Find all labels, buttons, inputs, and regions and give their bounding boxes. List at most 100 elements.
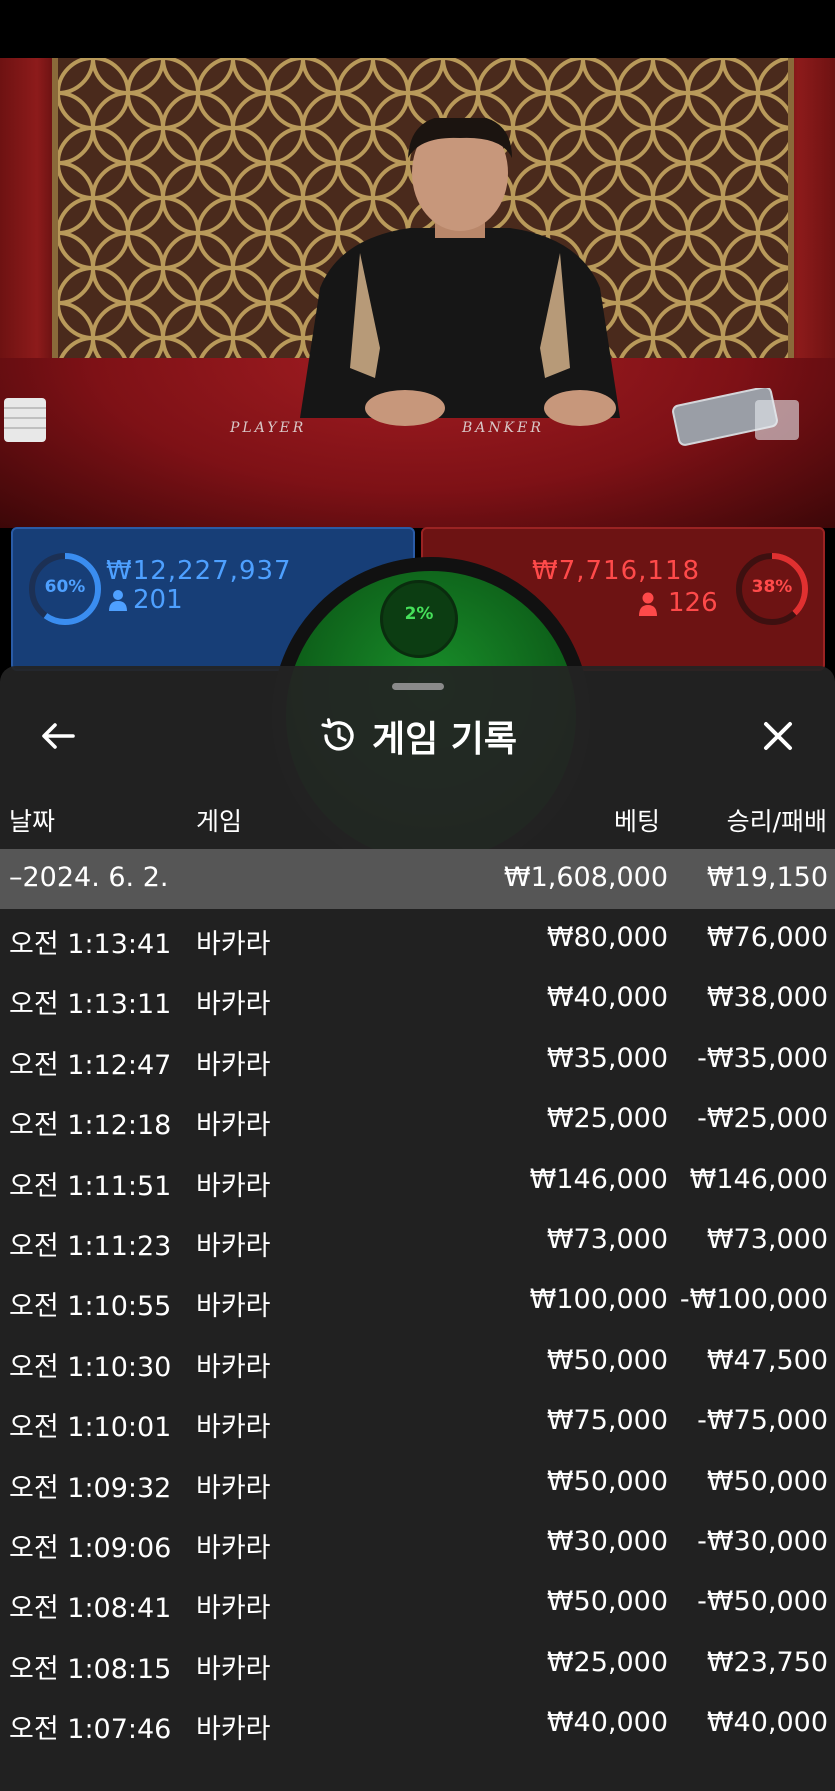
player-bet-amount: ₩12,227,937 bbox=[106, 556, 292, 586]
row-time: 오전 1:10:55 bbox=[9, 1291, 172, 1323]
summary-result-total: ₩19,150 bbox=[706, 862, 828, 893]
felt-player-label: PLAYER bbox=[230, 420, 307, 436]
row-bet: ₩100,000 bbox=[529, 1284, 668, 1316]
row-time: 오전 1:11:51 bbox=[9, 1170, 172, 1202]
row-time: 오전 1:08:15 bbox=[9, 1653, 172, 1685]
row-bet: ₩40,000 bbox=[546, 982, 668, 1014]
banker-percent: 38% bbox=[751, 577, 793, 597]
row-time: 오전 1:09:32 bbox=[9, 1472, 172, 1504]
row-result: ₩76,000 bbox=[706, 922, 828, 953]
row-bet: ₩35,000 bbox=[546, 1042, 668, 1074]
row-time: 오전 1:10:01 bbox=[9, 1412, 172, 1444]
row-game: 바카라 bbox=[196, 1533, 271, 1564]
row-time: 오전 1:12:47 bbox=[9, 1049, 172, 1081]
history-row[interactable]: 오전 1:07:46 바카라 ₩40,000 ₩40,000 bbox=[0, 1694, 835, 1754]
close-icon bbox=[764, 722, 792, 750]
row-bet: ₩25,000 bbox=[546, 1646, 668, 1678]
row-game: 바카라 bbox=[196, 1110, 271, 1142]
row-time: 오전 1:08:41 bbox=[9, 1593, 172, 1625]
player-bettor-count: 201 bbox=[133, 585, 183, 615]
row-time: 오전 1:07:46 bbox=[9, 1714, 172, 1746]
column-header-result: 승리/패배 bbox=[726, 807, 827, 836]
column-header-date: 날짜 bbox=[9, 807, 56, 836]
date-summary-row[interactable]: –2024. 6. 2. ₩1,608,000 ₩19,150 bbox=[0, 849, 835, 909]
banker-user-icon bbox=[639, 592, 657, 616]
row-result: -₩100,000 bbox=[679, 1284, 828, 1316]
history-row[interactable]: 오전 1:12:18 바카라 ₩25,000 -₩25,000 bbox=[0, 1090, 835, 1150]
row-result: ₩50,000 bbox=[706, 1465, 828, 1497]
row-game: 바카라 bbox=[196, 1412, 271, 1444]
row-game: 바카라 bbox=[196, 1049, 271, 1081]
row-game: 바카라 bbox=[196, 1170, 271, 1202]
row-game: 바카라 bbox=[196, 1291, 271, 1323]
history-row[interactable]: 오전 1:09:32 바카라 ₩50,000 ₩50,000 bbox=[0, 1453, 835, 1513]
summary-date: –2024. 6. 2. bbox=[9, 862, 169, 893]
history-row[interactable]: 오전 1:09:06 바카라 ₩30,000 -₩30,000 bbox=[0, 1513, 835, 1573]
banker-bettor-count: 126 bbox=[668, 588, 718, 618]
card-shoe bbox=[672, 388, 799, 446]
history-row[interactable]: 오전 1:10:30 바카라 ₩50,000 ₩47,500 bbox=[0, 1332, 835, 1392]
summary-bet-total: ₩1,608,000 bbox=[503, 862, 668, 893]
player-user-icon bbox=[109, 590, 127, 611]
row-result: ₩23,750 bbox=[706, 1646, 828, 1678]
row-bet: ₩80,000 bbox=[546, 922, 668, 953]
history-row[interactable]: 오전 1:08:41 바카라 ₩50,000 -₩50,000 bbox=[0, 1573, 835, 1633]
card-stack bbox=[4, 398, 46, 442]
row-bet: ₩40,000 bbox=[546, 1707, 668, 1739]
close-button[interactable] bbox=[752, 710, 804, 762]
history-row[interactable]: 오전 1:10:55 바카라 ₩100,000 -₩100,000 bbox=[0, 1271, 835, 1331]
row-bet: ₩30,000 bbox=[546, 1526, 668, 1557]
history-row[interactable]: 오전 1:08:15 바카라 ₩25,000 ₩23,750 bbox=[0, 1634, 835, 1694]
row-bet: ₩50,000 bbox=[546, 1344, 668, 1376]
row-time: 오전 1:09:06 bbox=[9, 1533, 172, 1564]
arrow-left-icon bbox=[42, 723, 75, 749]
dealer-figure bbox=[300, 118, 620, 426]
player-percent: 60% bbox=[44, 577, 86, 597]
row-time: 오전 1:13:41 bbox=[9, 929, 172, 960]
status-bar bbox=[0, 0, 835, 58]
sheet-title: 게임 기록 bbox=[371, 719, 517, 760]
row-result: ₩40,000 bbox=[706, 1707, 828, 1739]
row-time: 오전 1:13:11 bbox=[9, 989, 172, 1021]
history-icon bbox=[321, 718, 354, 751]
sheet-header: 게임 기록 bbox=[0, 710, 835, 762]
row-result: -₩30,000 bbox=[697, 1526, 828, 1557]
row-bet: ₩75,000 bbox=[546, 1405, 668, 1437]
row-game: 바카라 bbox=[196, 1653, 271, 1685]
column-header-bet: 베팅 bbox=[613, 807, 660, 836]
banker-bet-amount: ₩7,716,118 bbox=[532, 556, 701, 586]
row-bet: ₩73,000 bbox=[546, 1224, 668, 1255]
row-game: 바카라 bbox=[196, 929, 271, 960]
history-row[interactable]: 오전 1:11:51 바카라 ₩146,000 ₩146,000 bbox=[0, 1151, 835, 1211]
row-bet: ₩50,000 bbox=[546, 1465, 668, 1497]
row-result: -₩35,000 bbox=[697, 1042, 828, 1074]
tie-percent: 2% bbox=[404, 604, 434, 624]
sheet-drag-handle[interactable] bbox=[392, 683, 444, 690]
row-result: ₩47,500 bbox=[706, 1344, 828, 1376]
row-result: ₩73,000 bbox=[706, 1224, 828, 1255]
game-history-sheet: 게임 기록 날짜 게임 베팅 승리/패배 –2024. 6. 2. ₩1,608… bbox=[0, 666, 835, 1791]
row-result: -₩25,000 bbox=[697, 1103, 828, 1135]
row-time: 오전 1:10:30 bbox=[9, 1351, 172, 1383]
felt-banker-label: BANKER bbox=[462, 420, 544, 436]
row-game: 바카라 bbox=[196, 1231, 271, 1262]
row-bet: ₩25,000 bbox=[546, 1103, 668, 1135]
row-game: 바카라 bbox=[196, 989, 271, 1021]
row-game: 바카라 bbox=[196, 1593, 271, 1625]
row-game: 바카라 bbox=[196, 1472, 271, 1504]
history-row[interactable]: 오전 1:12:47 바카라 ₩35,000 -₩35,000 bbox=[0, 1030, 835, 1090]
row-result: -₩75,000 bbox=[697, 1405, 828, 1437]
row-time: 오전 1:11:23 bbox=[9, 1231, 172, 1262]
history-row[interactable]: 오전 1:13:41 바카라 ₩80,000 ₩76,000 bbox=[0, 909, 835, 969]
row-result: ₩38,000 bbox=[706, 982, 828, 1014]
history-row[interactable]: 오전 1:11:23 바카라 ₩73,000 ₩73,000 bbox=[0, 1211, 835, 1271]
history-row[interactable]: 오전 1:10:01 바카라 ₩75,000 -₩75,000 bbox=[0, 1392, 835, 1452]
row-game: 바카라 bbox=[196, 1351, 271, 1383]
row-result: -₩50,000 bbox=[697, 1586, 828, 1618]
live-video-feed: PLAYER BANKER bbox=[0, 58, 835, 528]
row-bet: ₩146,000 bbox=[529, 1163, 668, 1195]
history-row[interactable]: 오전 1:13:11 바카라 ₩40,000 ₩38,000 bbox=[0, 969, 835, 1029]
row-game: 바카라 bbox=[196, 1714, 271, 1746]
row-time: 오전 1:12:18 bbox=[9, 1110, 172, 1142]
back-button[interactable] bbox=[32, 710, 84, 762]
